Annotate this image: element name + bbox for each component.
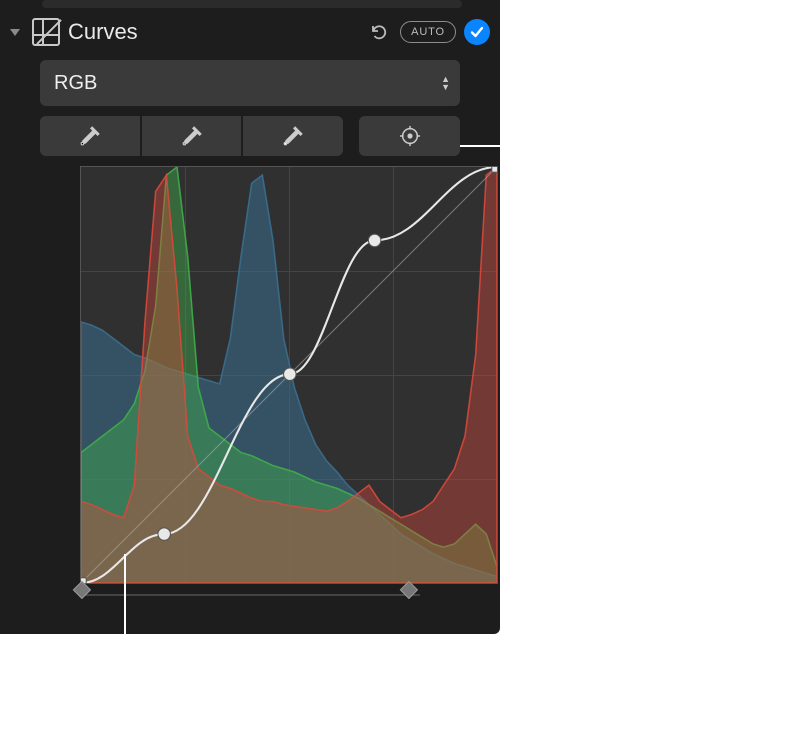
- reset-button[interactable]: [366, 19, 392, 45]
- channel-select-value: RGB: [54, 72, 97, 95]
- black-white-slider[interactable]: [80, 586, 420, 604]
- eyedropper-row: [40, 116, 460, 156]
- chevron-updown-icon: ▲▼: [441, 75, 450, 91]
- curves-chart-wrap: [80, 166, 420, 604]
- callout-line: [124, 554, 126, 649]
- enable-toggle[interactable]: [464, 19, 490, 45]
- curve-endpoint[interactable]: [492, 167, 497, 172]
- panel-title: Curves: [68, 19, 358, 45]
- panel-header: Curves AUTO: [0, 14, 500, 50]
- auto-button[interactable]: AUTO: [400, 21, 456, 43]
- curves-chart[interactable]: [80, 166, 498, 584]
- add-point-button[interactable]: [359, 116, 460, 156]
- eyedropper-black-button[interactable]: [40, 116, 140, 156]
- curve-point[interactable]: [368, 234, 380, 246]
- curves-panel: Curves AUTO RGB ▲▼: [0, 0, 500, 634]
- disclosure-triangle[interactable]: [6, 23, 24, 41]
- controls-area: RGB ▲▼: [0, 50, 500, 604]
- curves-icon: [32, 18, 60, 46]
- callout-line: [460, 145, 526, 147]
- curve-point[interactable]: [284, 368, 296, 380]
- eyedropper-white-button[interactable]: [243, 116, 343, 156]
- divider: [42, 0, 462, 8]
- eyedropper-gray-button[interactable]: [142, 116, 242, 156]
- channel-select[interactable]: RGB ▲▼: [40, 60, 460, 106]
- curve-point[interactable]: [158, 528, 170, 540]
- tone-curve[interactable]: [81, 167, 497, 583]
